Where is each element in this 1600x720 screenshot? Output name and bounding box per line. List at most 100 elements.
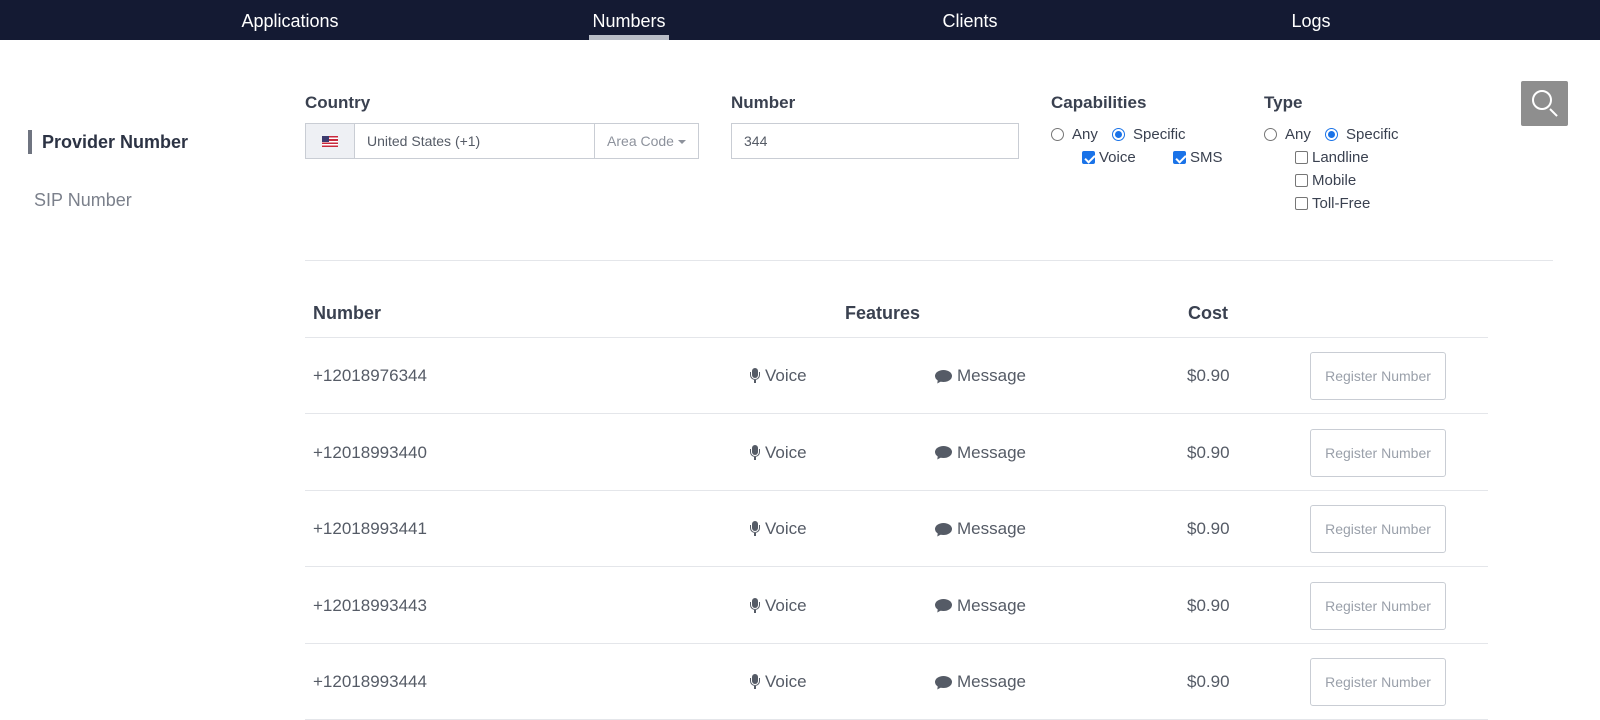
column-header-cost: Cost — [1188, 303, 1228, 323]
feature-message-label: Message — [957, 366, 1026, 385]
type-landline-option[interactable]: Landline — [1295, 149, 1369, 166]
cost-value: $0.90 — [1187, 366, 1230, 385]
type-specific-option[interactable]: Specific — [1325, 126, 1399, 143]
area-code-label: Area Code — [607, 133, 674, 149]
register-number-button[interactable]: Register Number — [1310, 658, 1446, 706]
column-header-features: Features — [845, 303, 921, 323]
feature-message: Message — [934, 338, 1026, 414]
feature-message: Message — [934, 491, 1026, 567]
feature-message: Message — [934, 644, 1026, 720]
chat-bubble-icon — [934, 446, 952, 462]
country-flag-selector[interactable] — [305, 123, 354, 159]
area-code-dropdown[interactable]: Area Code — [594, 123, 699, 159]
table-row: +12018993443 Voice Message $0.90 Register Nu… — [305, 568, 1488, 644]
sidebar-item-provider-number[interactable]: Provider Number — [28, 130, 188, 154]
phone-number: +12018976344 — [313, 366, 427, 385]
microphone-icon — [749, 444, 761, 461]
chat-bubble-icon — [934, 675, 952, 691]
phone-number: +12018993444 — [313, 672, 427, 691]
chat-bubble-icon — [934, 522, 952, 538]
feature-voice: Voice — [749, 415, 807, 491]
capabilities-sms-option[interactable]: SMS — [1173, 149, 1223, 166]
table-row: +12018976344 Voice Message $0.90 Register Nu… — [305, 338, 1488, 414]
feature-message-label: Message — [957, 672, 1026, 691]
cost-value: $0.90 — [1187, 442, 1230, 462]
number-label: Number — [731, 93, 796, 112]
feature-voice: Voice — [749, 644, 807, 720]
feature-voice-label: Voice — [765, 442, 807, 462]
landline-checkbox[interactable] — [1295, 151, 1308, 164]
microphone-icon — [749, 368, 761, 384]
register-number-button[interactable]: Register Number — [1310, 428, 1446, 477]
cost-value: $0.90 — [1187, 672, 1230, 691]
country-input[interactable]: United States (+1) — [354, 123, 595, 159]
tollfree-checkbox[interactable] — [1295, 197, 1308, 210]
caret-down-icon — [677, 140, 686, 145]
search-button[interactable] — [1521, 81, 1568, 126]
microphone-icon — [749, 674, 761, 690]
type-label: Type — [1264, 93, 1303, 112]
sidebar-item-sip-number[interactable]: SIP Number — [34, 188, 132, 212]
nav-applications[interactable]: Applications — [238, 0, 342, 40]
feature-voice: Voice — [749, 338, 807, 414]
nav-clients[interactable]: Clients — [941, 0, 999, 40]
table-row: +12018993440 Voice Message $0.90 Register Nu… — [305, 415, 1488, 491]
feature-voice-label: Voice — [765, 595, 807, 615]
landline-checkbox-label: Landline — [1312, 149, 1369, 166]
column-header-number: Number — [313, 303, 382, 323]
phone-number: +12018993441 — [313, 519, 427, 538]
type-specific-radio[interactable] — [1325, 128, 1338, 141]
type-any-option[interactable]: Any — [1264, 126, 1311, 143]
register-number-button[interactable]: Register Number — [1310, 505, 1446, 553]
type-any-label: Any — [1285, 126, 1311, 143]
cost-value: $0.90 — [1187, 519, 1230, 538]
feature-message-label: Message — [957, 595, 1026, 615]
capabilities-specific-radio[interactable] — [1112, 128, 1125, 141]
voice-checkbox-label: Voice — [1099, 149, 1136, 166]
feature-voice-label: Voice — [765, 519, 807, 538]
capabilities-any-option[interactable]: Any — [1051, 126, 1098, 143]
phone-number: +12018993440 — [313, 442, 427, 462]
table-row: +12018993444 Voice Message $0.90 Register Nu… — [305, 644, 1488, 720]
capabilities-specific-option[interactable]: Specific — [1112, 126, 1186, 143]
capabilities-voice-option[interactable]: Voice — [1082, 149, 1136, 166]
nav-numbers[interactable]: Numbers — [589, 0, 669, 40]
sms-checkbox-label: SMS — [1190, 149, 1223, 166]
table-row: +12018993441 Voice Message $0.90 Register Nu… — [305, 491, 1488, 567]
search-icon — [1532, 90, 1552, 110]
us-flag-icon — [322, 135, 338, 147]
type-specific-label: Specific — [1346, 126, 1399, 143]
type-mobile-option[interactable]: Mobile — [1295, 172, 1356, 189]
tollfree-checkbox-label: Toll-Free — [1312, 195, 1371, 212]
mobile-checkbox[interactable] — [1295, 174, 1308, 187]
feature-message-label: Message — [957, 442, 1026, 462]
capabilities-label: Capabilities — [1051, 93, 1147, 112]
top-nav: Applications Numbers Clients Logs — [0, 0, 1600, 40]
feature-voice: Voice — [749, 568, 807, 644]
cost-value: $0.90 — [1187, 595, 1230, 615]
chat-bubble-icon — [934, 599, 952, 615]
voice-checkbox[interactable] — [1082, 151, 1095, 164]
feature-voice-label: Voice — [765, 672, 807, 691]
mobile-checkbox-label: Mobile — [1312, 172, 1357, 189]
capabilities-any-label: Any — [1072, 126, 1098, 143]
feature-message: Message — [934, 415, 1026, 491]
register-number-button[interactable]: Register Number — [1310, 581, 1446, 630]
type-tollfree-option[interactable]: Toll-Free — [1295, 195, 1370, 212]
nav-logs[interactable]: Logs — [1290, 0, 1332, 40]
sms-checkbox[interactable] — [1173, 151, 1186, 164]
register-number-button[interactable]: Register Number — [1310, 352, 1446, 400]
chat-bubble-icon — [934, 369, 952, 385]
feature-voice: Voice — [749, 491, 807, 567]
number-input[interactable]: 344 — [731, 123, 1019, 159]
type-any-radio[interactable] — [1264, 128, 1277, 141]
filter-divider — [305, 260, 1553, 261]
capabilities-specific-label: Specific — [1133, 126, 1186, 143]
microphone-icon — [749, 521, 761, 537]
country-label: Country — [305, 93, 371, 112]
capabilities-any-radio[interactable] — [1051, 128, 1064, 141]
feature-message: Message — [934, 568, 1026, 644]
feature-voice-label: Voice — [765, 366, 807, 385]
microphone-icon — [749, 597, 761, 614]
phone-number: +12018993443 — [313, 595, 427, 615]
